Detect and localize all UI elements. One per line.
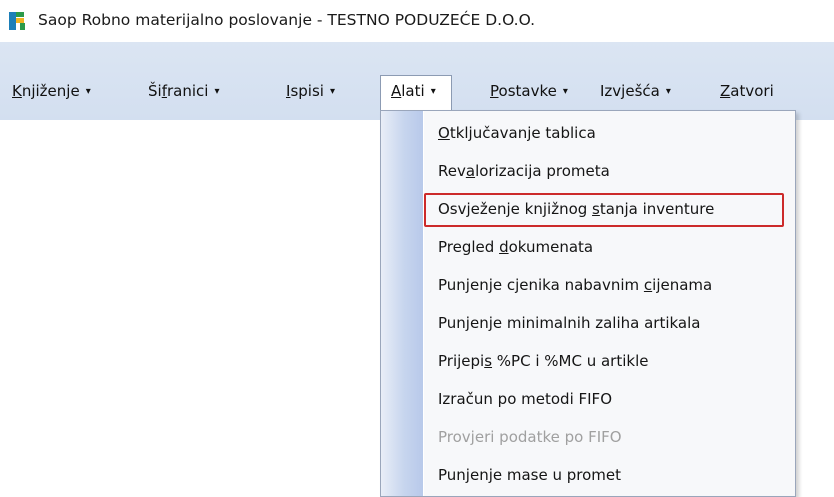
- menu-item-label: lorizacija prometa: [475, 162, 610, 180]
- dropdown-arrow-icon: ▾: [665, 86, 671, 97]
- menu-label-part: lati: [401, 82, 425, 100]
- menu-postavke[interactable]: Postavke ▾: [490, 80, 568, 110]
- dropdown-arrow-icon: ▾: [85, 86, 91, 97]
- menu-zatvori[interactable]: Zatvori: [720, 80, 774, 110]
- highlight-annotation-box: [424, 193, 784, 227]
- menu-item-provjeri-fifo: Provjeri podatke po FIFO: [438, 423, 622, 451]
- dropdown-arrow-icon: ▾: [329, 86, 335, 97]
- menu-item-label: okumenata: [508, 238, 594, 256]
- menu-label-part: ranici: [166, 82, 209, 100]
- menu-label-part: Izvješća: [600, 82, 660, 100]
- menu-alati[interactable]: Alati ▾: [391, 80, 436, 110]
- menu-accelerator-key: Z: [720, 82, 731, 100]
- menu-accelerator-key: a: [465, 162, 476, 180]
- menu-accelerator-key: A: [391, 82, 402, 100]
- menu-accelerator-key: P: [490, 82, 499, 100]
- menu-item-otkljucavanje-tablica[interactable]: Otključavanje tablica: [438, 119, 596, 147]
- menu-item-label: Pregled: [438, 238, 500, 256]
- menu-item-label: tključavanje tablica: [449, 124, 596, 142]
- menu-label-part: atvori: [730, 82, 774, 100]
- menu-accelerator-key: c: [643, 276, 653, 294]
- menu-knjizenje[interactable]: Knjiženje ▾: [12, 80, 91, 110]
- menu-izvjesca[interactable]: Izvješća ▾: [600, 80, 671, 110]
- menu-item-izracun-fifo[interactable]: Izračun po metodi FIFO: [438, 385, 612, 413]
- menu-item-label: Punjenje cjenika nabavnim: [438, 276, 644, 294]
- menu-item-revalorizacija-prometa[interactable]: Revalorizacija prometa: [438, 157, 610, 185]
- menu-item-label: Punjenje minimalnih zaliha artikala: [438, 314, 701, 332]
- app-window: Saop Robno materijalno poslovanje - TEST…: [0, 0, 834, 497]
- window-title: Saop Robno materijalno poslovanje - TEST…: [38, 11, 536, 29]
- app-logo-icon: [9, 12, 25, 30]
- menu-item-label: Rev: [438, 162, 466, 180]
- menu-icon-gutter: [381, 111, 423, 496]
- menu-accelerator-key: d: [499, 238, 509, 256]
- menu-item-label: ijenama: [652, 276, 713, 294]
- menu-label-part: Ši: [148, 82, 162, 100]
- menu-item-punjenje-minimalnih-zaliha[interactable]: Punjenje minimalnih zaliha artikala: [438, 309, 701, 337]
- menu-label-part: njiženje: [21, 82, 80, 100]
- menu-item-label: Punjenje mase u promet: [438, 466, 622, 484]
- menu-accelerator-key: s: [484, 352, 493, 370]
- menu-item-label: %PC i %MC u artikle: [492, 352, 649, 370]
- menu-gutter-divider: [423, 111, 424, 496]
- dropdown-arrow-icon: ▾: [562, 86, 568, 97]
- menu-label-part: spisi: [290, 82, 324, 100]
- menu-label-part: ostavke: [498, 82, 557, 100]
- menu-item-prijepis-pc-mc[interactable]: Prijepis %PC i %MC u artikle: [438, 347, 648, 375]
- menu-item-label: Izračun po metodi FIFO: [438, 390, 612, 408]
- menu-sifrarnici[interactable]: Šifranici ▾: [148, 80, 219, 110]
- alati-dropdown-menu: Otključavanje tablica Revalorizacija pro…: [380, 110, 796, 497]
- menu-item-punjenje-cjenika[interactable]: Punjenje cjenika nabavnim cijenama: [438, 271, 712, 299]
- menu-item-label: Prijepi: [438, 352, 485, 370]
- dropdown-arrow-icon: ▾: [214, 86, 220, 97]
- menu-item-pregled-dokumenata[interactable]: Pregled dokumenata: [438, 233, 593, 261]
- menu-accelerator-key: K: [12, 82, 22, 100]
- dropdown-arrow-icon: ▾: [430, 86, 436, 97]
- menu-accelerator-key: O: [438, 124, 450, 142]
- menu-ispisi[interactable]: Ispisi ▾: [286, 80, 335, 110]
- menu-item-label: Provjeri podatke po FIFO: [438, 428, 622, 446]
- title-bar: Saop Robno materijalno poslovanje - TEST…: [0, 0, 834, 42]
- menu-item-punjenje-mase[interactable]: Punjenje mase u promet: [438, 461, 621, 489]
